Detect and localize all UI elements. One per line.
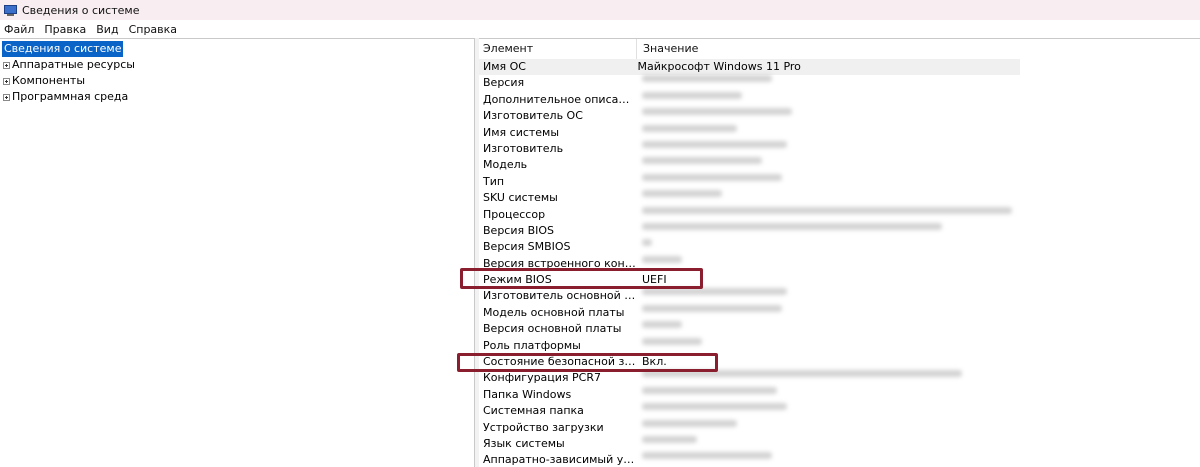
row-element-name: Изготовитель (483, 141, 564, 155)
redacted-value (642, 157, 762, 165)
row-value: Майкрософт Windows 11 Pro (637, 60, 801, 73)
row-element-name: Аппаратно-зависимый урове... (483, 453, 636, 467)
redacted-value (642, 206, 1012, 214)
tree-item-label: Аппаратные ресурсы (12, 58, 135, 71)
expand-icon[interactable] (3, 77, 10, 85)
table-row[interactable]: Папка Windows (479, 386, 1200, 403)
tree-item-system-summary[interactable]: Сведения о системе (0, 41, 474, 57)
row-element-name: Тип (483, 174, 505, 188)
redacted-value (642, 239, 652, 247)
redacted-value (642, 452, 772, 460)
row-element-name: Устройство загрузки (483, 420, 604, 434)
row-element-name: Роль платформы (483, 338, 581, 352)
tree-item-hardware-resources[interactable]: Аппаратные ресурсы (0, 57, 474, 73)
table-row[interactable]: Аппаратно-зависимый урове... (479, 452, 1200, 467)
table-row[interactable]: Имя системы (479, 124, 1200, 141)
category-tree: Сведения о системе Аппаратные ресурсы Ко… (0, 38, 475, 467)
redacted-value (642, 419, 737, 427)
row-element-name: Язык системы (483, 436, 565, 450)
table-row[interactable]: Версия SMBIOS (479, 239, 1200, 255)
table-row[interactable]: Процессор (479, 206, 1200, 223)
table-row[interactable]: Изготовитель ОС (479, 108, 1200, 124)
row-element-name: Процессор (483, 207, 546, 221)
title-bar: Сведения о системе (0, 0, 1200, 20)
table-row[interactable]: Изготовитель основной платы (479, 288, 1200, 304)
tree-item-components[interactable]: Компоненты (0, 73, 474, 89)
expand-icon[interactable] (3, 93, 10, 101)
redacted-value (642, 108, 792, 116)
table-row[interactable]: Язык системы (479, 435, 1200, 452)
table-row[interactable]: Системная папка (479, 403, 1200, 419)
row-element-name: Имя системы (483, 125, 560, 139)
redacted-value (642, 337, 702, 345)
table-row[interactable]: Изготовитель (479, 140, 1200, 157)
row-element-name: Системная папка (483, 404, 584, 418)
table-row[interactable]: Версия основной платы (479, 321, 1200, 337)
redacted-value (642, 435, 697, 443)
redacted-value (642, 255, 682, 263)
redacted-value (642, 190, 722, 198)
row-element-name: Модель (483, 158, 528, 172)
table-row[interactable]: Модель (479, 157, 1200, 173)
window-title: Сведения о системе (22, 3, 140, 17)
menu-help[interactable]: Справка (124, 23, 182, 36)
column-header-value[interactable]: Значение (637, 39, 1037, 59)
row-element-name: SKU системы (483, 191, 558, 205)
redacted-value (642, 91, 742, 99)
redacted-value (642, 173, 782, 181)
redacted-value (642, 304, 782, 312)
redacted-value (642, 288, 787, 296)
table-row[interactable]: Версия BIOS (479, 222, 1200, 239)
row-element-name: Изготовитель основной платы (483, 289, 636, 303)
highlight-secure-boot (457, 353, 718, 372)
menu-edit[interactable]: Правка (39, 23, 91, 36)
table-row[interactable]: Устройство загрузки (479, 419, 1200, 436)
table-row[interactable]: Модель основной платы (479, 304, 1200, 321)
redacted-value (642, 75, 772, 83)
table-row[interactable]: Версия (479, 75, 1200, 91)
menu-bar: Файл Правка Вид Справка (0, 20, 1200, 38)
tree-item-software-environment[interactable]: Программная среда (0, 89, 474, 105)
row-element-name: Дополнительное описание ОС (483, 92, 636, 106)
row-element-name: Версия BIOS (483, 223, 555, 237)
table-row[interactable]: Конфигурация PCR7 (479, 370, 1200, 386)
row-element-name: Изготовитель ОС (483, 109, 583, 123)
menu-view[interactable]: Вид (91, 23, 123, 36)
table-row[interactable]: SKU системы (479, 190, 1200, 206)
details-list: Элемент Значение Имя ОС Майкрософт Window… (479, 38, 1200, 467)
tree-item-label: Компоненты (12, 74, 86, 87)
tree-item-label: Программная среда (12, 90, 129, 103)
redacted-value (642, 386, 777, 394)
system-info-icon (4, 4, 17, 16)
row-element-name: Конфигурация PCR7 (483, 371, 602, 385)
column-header-element[interactable]: Элемент (479, 39, 636, 59)
tree-item-label: Сведения о системе (2, 41, 124, 57)
row-element-name: Версия SMBIOS (483, 240, 571, 254)
redacted-value (642, 321, 682, 329)
menu-file[interactable]: Файл (0, 23, 39, 36)
table-row[interactable]: Имя ОС Майкрософт Windows 11 Pro (479, 59, 1020, 76)
redacted-value (642, 140, 787, 148)
redacted-value (642, 222, 942, 230)
row-element-name: Имя ОС (483, 60, 526, 73)
row-element-name: Версия основной платы (483, 322, 622, 336)
redacted-value (642, 403, 787, 411)
table-row[interactable]: Роль платформы (479, 337, 1200, 354)
redacted-value (642, 124, 737, 132)
row-element-name: Модель основной платы (483, 305, 625, 319)
expand-icon[interactable] (3, 61, 10, 69)
table-row[interactable]: Тип (479, 173, 1200, 190)
highlight-bios-mode (460, 268, 703, 289)
table-row[interactable]: Дополнительное описание ОС (479, 91, 1200, 108)
list-rows: Имя ОС Майкрософт Windows 11 Pro Версия Доп… (479, 59, 1200, 467)
row-element-name: Папка Windows (483, 387, 572, 401)
list-header: Элемент Значение (479, 39, 1200, 59)
row-element-name: Версия (483, 76, 525, 90)
